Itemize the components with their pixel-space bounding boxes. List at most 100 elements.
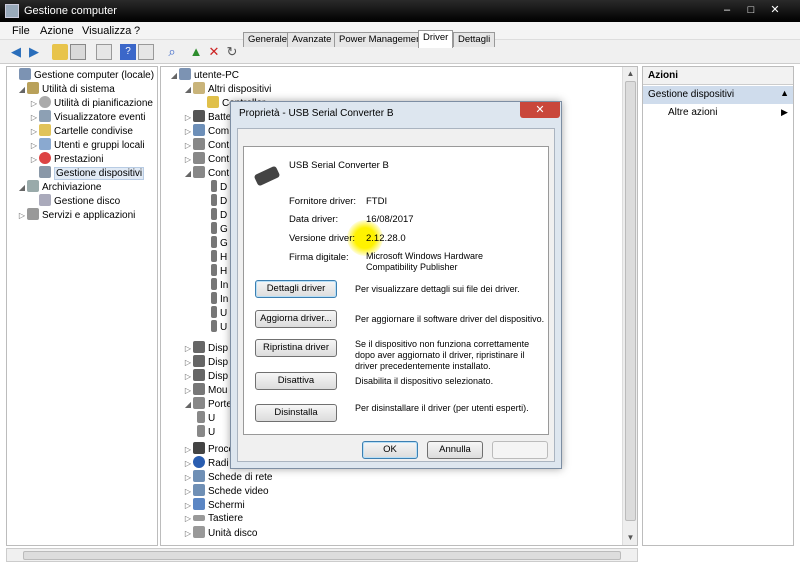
device-root[interactable]: ◢ utente-PC [169,68,239,82]
device-category[interactable]: ▷ Disp [183,341,228,355]
tree-node-device-manager[interactable]: Gestione dispositivi [29,166,145,180]
tree-node-users[interactable]: ▷ Utenti e gruppi locali [29,138,145,152]
tab-power-management[interactable]: Power Management [334,32,430,47]
controller-icon [193,138,205,150]
menu-azione[interactable]: Azione [40,25,74,37]
device-tree-scrollbar[interactable]: ▲ ▼ [622,67,637,545]
tree-node-shared-folders[interactable]: ▷ Cartelle condivise [29,124,133,138]
device-category[interactable]: ◢ Porte [183,397,232,411]
up-folder-icon[interactable] [52,44,68,60]
scroll-down-icon[interactable]: ▼ [625,533,636,543]
view-icon[interactable] [138,44,154,60]
uninstall-desc: Per disinstallare il driver (per utenti … [355,403,529,413]
usb-device[interactable]: In [211,292,228,306]
tab-driver[interactable]: Driver [418,30,454,48]
menu-help[interactable]: ? [134,25,140,37]
tree-node-services[interactable]: ▷ Servizi e applicazioni [17,208,135,222]
device-category[interactable]: ▷ Radi [183,456,229,470]
dialog-close-button[interactable]: ✕ [520,102,560,118]
tree-node-disk-management[interactable]: Gestione disco [29,194,120,208]
driver-details-button[interactable]: Dettagli driver [255,280,337,298]
device-category[interactable]: ▷ Mou [183,383,227,397]
scroll-thumb[interactable] [625,81,636,521]
tree-node-computer[interactable]: Gestione computer (locale) [9,68,154,82]
device-category[interactable]: ▷ Schede di rete [183,470,273,484]
device-category[interactable]: ▷ Schede video [183,484,269,498]
usb-device[interactable]: D [211,194,227,208]
usb-device[interactable]: D [211,180,227,194]
computer-icon [179,68,191,80]
device-icon [193,355,205,367]
tree-node-performance[interactable]: ▷ Prestazioni [29,152,103,166]
uninstall-button[interactable]: Disinstalla [255,404,337,422]
uninstall-icon[interactable]: ✕ [206,44,222,60]
apply-button[interactable] [492,441,548,459]
help-icon[interactable]: ? [120,44,136,60]
roll-back-driver-button[interactable]: Ripristina driver [255,339,337,357]
scan-hardware-icon[interactable]: ⌕ [164,44,180,60]
device-category[interactable]: ▷ Com [183,124,229,138]
device-category[interactable]: ▷ Unità disco [183,526,257,540]
minimize-button[interactable]: – [716,1,738,19]
device-category[interactable]: ▷ Batte [183,110,231,124]
usb-device[interactable]: G [211,222,228,236]
field-label: Versione driver: [289,233,356,244]
tab-dettagli[interactable]: Dettagli [453,32,496,47]
usb-device[interactable]: U [211,320,227,334]
tree-node-event-viewer[interactable]: ▷ Visualizzatore eventi [29,110,146,124]
usb-device[interactable]: In [211,278,228,292]
usb-device[interactable]: H [211,250,227,264]
tree-node-storage[interactable]: ◢ Archiviazione [17,180,101,194]
usb-device[interactable]: U [211,306,227,320]
actions-header: Azioni [643,67,793,85]
close-button[interactable]: ✕ [764,1,786,19]
show-hide-tree-icon[interactable] [70,44,86,60]
usb-device[interactable]: D [211,208,227,222]
port-device[interactable]: U [197,411,215,425]
tools-icon [27,82,39,94]
horizontal-scroll-thumb[interactable] [23,551,621,560]
menu-visualizza[interactable]: Visualizza [82,25,131,37]
cancel-button[interactable]: Annulla [427,441,483,459]
horizontal-scrollbar[interactable] [6,548,638,562]
update-driver-button[interactable]: Aggiorna driver... [255,310,337,328]
device-category[interactable]: ◢ Cont [183,166,229,180]
menu-file[interactable]: File [12,25,30,37]
usb-icon [193,166,205,178]
device-category[interactable]: ▷ Disp [183,369,228,383]
port-device[interactable]: U [197,425,215,439]
device-category[interactable]: ▷ Cont [183,152,229,166]
device-category[interactable]: ▷ Schermi [183,498,245,512]
properties-icon[interactable] [96,44,112,60]
more-actions-link[interactable]: Altre azioni [668,107,717,118]
update-driver-icon[interactable]: ▲ [188,44,204,60]
device-category[interactable]: ▷ Tastiere [183,512,243,526]
collapse-icon[interactable]: ▲ [780,88,789,98]
tree-node-scheduler[interactable]: ▷ Utilità di pianificazione [29,96,153,110]
console-tree: Gestione computer (locale) ◢ Utilità di s… [6,66,158,546]
forward-icon[interactable]: ▶ [26,44,42,60]
usb-device[interactable]: H [211,264,227,278]
mouse-icon [193,383,205,395]
device-category[interactable]: ▷ Cont [183,138,229,152]
usb-icon [211,292,217,304]
tab-generale[interactable]: Generale [243,32,293,47]
actions-device-manager[interactable]: Gestione dispositivi ▲ [643,86,793,104]
tab-avanzate[interactable]: Avanzate [287,32,337,47]
disable-button[interactable]: Disattiva [255,372,337,390]
scroll-up-icon[interactable]: ▲ [625,69,636,79]
usb-icon [211,250,217,262]
device-other[interactable]: ◢ Altri dispositivi [183,82,271,96]
device-category[interactable]: ▷ Disp [183,355,228,369]
maximize-button[interactable]: □ [740,1,762,19]
monitor-icon [193,498,205,510]
disable-icon[interactable]: ↻ [224,44,240,60]
device-category[interactable]: ▷ Proce [183,442,234,456]
ok-button[interactable]: OK [362,441,418,459]
usb-icon [211,306,217,318]
tree-node-system-tools[interactable]: ◢ Utilità di sistema [17,82,115,96]
usb-device[interactable]: G [211,236,228,250]
disable-desc: Disabilita il dispositivo selezionato. [355,376,494,386]
back-icon[interactable]: ◀ [8,44,24,60]
port-icon [193,397,205,409]
